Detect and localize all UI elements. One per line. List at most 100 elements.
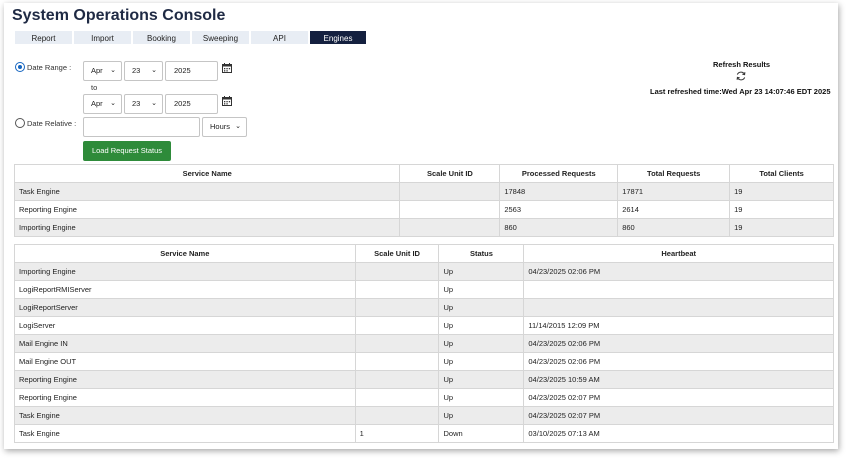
table-row: LogiServer Up 11/14/2015 12:09 PM [14,316,834,335]
table-cell: Up [438,388,525,407]
table-cell: 1 [354,424,440,443]
table-cell: Up [438,280,525,299]
table-row: Reporting Engine 2563 2614 19 [13,200,834,219]
table-cell: LogiReportRMIServer [14,280,356,299]
load-request-status-button[interactable]: Load Request Status [83,141,171,161]
table-cell: Up [438,406,525,425]
table-cell: 860 [499,218,619,237]
table-row: Reporting Engine Up 04/23/2025 10:59 AM [14,370,834,389]
table-cell [354,298,440,317]
column-header: Total Requests [617,164,731,183]
table-cell: Up [438,298,525,317]
from-month-select[interactable]: Apr ⌄ [83,61,122,81]
table-row: Task Engine 17848 17871 19 [13,182,834,201]
relative-unit-select[interactable]: Hours ⌄ [202,117,247,137]
table-cell: Importing Engine [13,218,401,237]
table-cell: 04/23/2025 02:06 PM [523,262,834,281]
table-cell: Reporting Engine [14,370,356,389]
to-month-select[interactable]: Apr ⌄ [83,94,122,114]
table-row: Mail Engine OUT Up 04/23/2025 02:06 PM [14,352,834,371]
calendar-icon[interactable] [222,96,232,106]
column-header: Service Name [14,244,356,263]
table-cell: 19 [729,200,834,219]
table-cell: 19 [729,182,834,201]
table-cell: Mail Engine OUT [14,352,356,371]
table-cell: 19 [729,218,834,237]
refresh-results-link[interactable]: Refresh Results [713,60,770,69]
tab-engines[interactable]: Engines [309,30,367,45]
table-cell: 04/23/2025 02:07 PM [523,406,834,425]
table-cell [354,280,440,299]
table-header-row: Service Name Scale Unit ID Status Heartb… [14,244,834,263]
table-cell [354,406,440,425]
table-header-row: Service Name Scale Unit ID Processed Req… [13,164,834,183]
page-title: System Operations Console [12,7,226,24]
service-status-table: Service Name Scale Unit ID Status Heartb… [14,244,834,443]
table-cell [354,388,440,407]
table-cell: 860 [617,218,731,237]
calendar-icon[interactable] [222,63,232,73]
chevron-down-icon: ⌄ [110,100,116,107]
table-cell: Reporting Engine [13,200,401,219]
table-cell: Task Engine [14,406,356,425]
tab-sweeping[interactable]: Sweeping [191,30,250,45]
date-range-radio[interactable] [15,62,25,72]
to-year-input[interactable]: 2025 [165,94,218,114]
table-row: Task Engine Up 04/23/2025 02:07 PM [14,406,834,425]
chevron-down-icon: ⌄ [110,67,116,74]
column-header: Processed Requests [499,164,619,183]
table-row: LogiReportServer Up [14,298,834,317]
table-cell [523,280,834,299]
table-cell [354,352,440,371]
column-header: Heartbeat [523,244,834,263]
tab-import[interactable]: Import [73,30,132,45]
table-cell [399,200,501,219]
tab-api[interactable]: API [250,30,309,45]
table-cell: Task Engine [14,424,356,443]
table-cell [399,182,501,201]
from-year-input[interactable]: 2025 [165,61,218,81]
table-cell: Reporting Engine [14,388,356,407]
chevron-down-icon: ⌄ [151,100,157,107]
table-cell: 11/14/2015 12:09 PM [523,316,834,335]
table-cell: 04/23/2025 10:59 AM [523,370,834,389]
table-cell: LogiReportServer [14,298,356,317]
table-cell: Up [438,352,525,371]
table-cell: Up [438,334,525,353]
column-header: Scale Unit ID [354,244,440,263]
column-header: Status [438,244,525,263]
table-cell [354,316,440,335]
table-row: LogiReportRMIServer Up [14,280,834,299]
table-cell: 03/10/2025 07:13 AM [523,424,834,443]
table-row: Reporting Engine Up 04/23/2025 02:07 PM [14,388,834,407]
table-cell: Up [438,316,525,335]
date-relative-label: Date Relative : [27,119,77,128]
table-cell: Mail Engine IN [14,334,356,353]
date-range-label: Date Range : [27,63,72,72]
tab-report[interactable]: Report [14,30,73,45]
console-window: System Operations Console Report Import … [4,3,838,449]
date-relative-radio[interactable] [15,118,25,128]
from-day-select[interactable]: 23 ⌄ [124,61,163,81]
last-refreshed-time: Last refreshed time:Wed Apr 23 14:07:46 … [650,87,831,96]
refresh-icon[interactable] [735,70,747,82]
requests-table: Service Name Scale Unit ID Processed Req… [13,164,834,237]
table-cell: Task Engine [13,182,401,201]
table-cell [354,370,440,389]
table-row: Mail Engine IN Up 04/23/2025 02:06 PM [14,334,834,353]
column-header: Scale Unit ID [399,164,501,183]
table-cell: 17871 [617,182,731,201]
table-row: Task Engine 1 Down 03/10/2025 07:13 AM [14,424,834,443]
table-cell [523,298,834,317]
column-header: Service Name [13,164,401,183]
tab-bar: Report Import Booking Sweeping API Engin… [14,30,367,45]
table-cell: 04/23/2025 02:06 PM [523,334,834,353]
relative-value-input[interactable] [83,117,200,137]
table-cell: Up [438,262,525,281]
tab-booking[interactable]: Booking [132,30,191,45]
column-header: Total Clients [729,164,834,183]
table-cell: Importing Engine [14,262,356,281]
chevron-down-icon: ⌄ [151,67,157,74]
to-day-select[interactable]: 23 ⌄ [124,94,163,114]
table-cell: 17848 [499,182,619,201]
